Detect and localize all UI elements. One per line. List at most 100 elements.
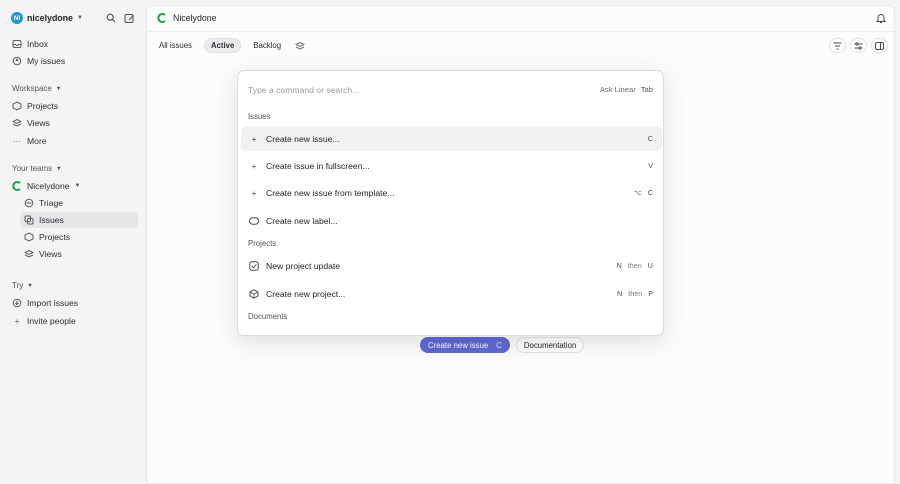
teams-section-toggle[interactable]: Your teams ▼ <box>12 164 62 173</box>
issues-icon <box>24 215 34 225</box>
create-new-issue-button[interactable]: Create new issue C <box>420 337 510 353</box>
display-options-icon[interactable] <box>850 38 867 53</box>
shortcut-then: then <box>628 289 643 298</box>
new-issue-icon[interactable] <box>122 11 136 25</box>
sidebar-item-views[interactable]: Views <box>8 115 138 131</box>
sidebar-item-triage[interactable]: Triage <box>20 195 138 211</box>
shortcut-key: C <box>496 340 502 350</box>
command-create-new-issue[interactable]: + Create new issue... C <box>241 126 662 151</box>
more-icon: ··· <box>12 136 22 146</box>
shortcut: ⌥ C <box>634 188 654 197</box>
team-name: Nicelydone <box>27 181 70 191</box>
workspace-section-toggle[interactable]: Workspace ▼ <box>12 84 61 93</box>
project-update-icon <box>249 260 259 271</box>
shortcut-key: U <box>647 261 653 270</box>
workspace-name: nicelydone <box>27 13 73 23</box>
ask-linear-label: Ask Linear <box>599 85 636 94</box>
shortcut: V <box>648 161 653 170</box>
shortcut-key: N <box>616 261 622 270</box>
plus-icon: + <box>251 160 257 171</box>
ask-linear-hint[interactable]: Ask Linear Tab <box>600 85 653 94</box>
side-panel-icon[interactable] <box>871 38 888 53</box>
sidebar-item-my-issues[interactable]: My issues <box>8 53 138 69</box>
command-label: Create new issue from template... <box>266 187 395 198</box>
chevron-down-icon: ▼ <box>55 85 62 92</box>
sidebar-item-label: My issues <box>27 56 66 66</box>
page-title: Nicelydone <box>157 13 217 23</box>
command-label: Create new label... <box>266 215 338 226</box>
layers-icon[interactable] <box>293 39 307 53</box>
try-section-toggle[interactable]: Try ▼ <box>12 281 33 290</box>
shortcut-key: P <box>648 289 653 298</box>
main-header: Nicelydone <box>147 6 894 32</box>
section-label: Workspace <box>12 84 52 93</box>
view-controls <box>829 38 888 53</box>
chevron-down-icon: ▼ <box>56 165 62 172</box>
sidebar-item-projects[interactable]: Projects <box>8 98 138 114</box>
sidebar-item-label: Invite people <box>27 316 76 326</box>
section-label: Try <box>12 281 24 290</box>
sidebar-item-more[interactable]: ··· More <box>8 133 138 149</box>
sidebar-item-inbox[interactable]: Inbox <box>8 36 138 52</box>
command-create-new-project[interactable]: Create new project... N then P <box>241 281 662 306</box>
tab-active[interactable]: Active <box>203 38 242 53</box>
shortcut-key: C <box>647 134 653 143</box>
search-icon[interactable] <box>104 11 118 25</box>
plus-icon: + <box>251 133 257 144</box>
section-label: Your teams <box>12 164 53 173</box>
tab-all-issues[interactable]: All issues <box>152 38 199 53</box>
shortcut: N then P <box>617 289 653 298</box>
view-tabs: All issues Active Backlog <box>152 38 307 53</box>
shortcut-key: Tab <box>640 85 653 94</box>
sidebar-item-label: Projects <box>39 232 71 242</box>
command-label: Create new project... <box>266 288 346 299</box>
sidebar: NI nicelydone ▼ Inbox My issues Workspac… <box>0 0 145 484</box>
sidebar-item-issues[interactable]: Issues <box>20 212 138 228</box>
sidebar-item-import-issues[interactable]: Import issues <box>8 295 138 311</box>
sidebar-item-team-views[interactable]: Views <box>20 246 138 262</box>
sidebar-team-nicelydone[interactable]: Nicelydone ▼ <box>8 178 138 194</box>
projects-icon <box>24 232 34 242</box>
button-label: Create new issue <box>428 340 489 350</box>
command-palette: Ask Linear Tab Issues + Create new issue… <box>237 70 664 336</box>
command-create-new-label[interactable]: Create new label... <box>241 208 662 233</box>
documentation-button[interactable]: Documentation <box>515 337 585 353</box>
group-label-projects: Projects <box>248 239 277 248</box>
filter-icon[interactable] <box>829 38 846 53</box>
command-label: Create issue in fullscreen... <box>266 160 370 171</box>
group-label-issues: Issues <box>248 112 271 121</box>
command-create-issue-from-template[interactable]: + Create new issue from template... ⌥ C <box>241 180 662 205</box>
project-icon <box>249 288 259 299</box>
shortcut-key: C <box>647 188 653 197</box>
group-label-documents: Documents <box>248 312 288 321</box>
chevron-down-icon: ▼ <box>76 15 83 21</box>
team-logo-icon <box>12 181 22 191</box>
chevron-down-icon: ▼ <box>27 282 33 289</box>
shortcut-key: V <box>648 161 653 170</box>
command-create-issue-fullscreen[interactable]: + Create issue in fullscreen... V <box>241 153 662 178</box>
bell-icon[interactable] <box>876 13 886 24</box>
command-search-input[interactable] <box>248 83 578 97</box>
command-new-project-update[interactable]: New project update N then U <box>241 253 662 278</box>
plus-icon: + <box>251 187 257 198</box>
shortcut-then: then <box>627 261 642 270</box>
sidebar-item-invite-people[interactable]: + Invite people <box>8 313 138 329</box>
shortcut-key: ⌥ <box>633 188 642 197</box>
command-label: Create new issue... <box>266 133 340 144</box>
sidebar-item-label: Issues <box>39 215 64 225</box>
sidebar-item-team-projects[interactable]: Projects <box>20 229 138 245</box>
my-issues-icon <box>12 56 22 66</box>
views-icon <box>24 249 34 259</box>
workspace-avatar: NI <box>11 12 23 24</box>
sidebar-item-label: Import issues <box>27 298 79 308</box>
shortcut-key: N <box>617 289 623 298</box>
workspace-switcher[interactable]: NI nicelydone ▼ <box>11 11 83 25</box>
import-icon <box>12 298 22 308</box>
team-logo-icon <box>157 13 167 23</box>
tab-backlog[interactable]: Backlog <box>246 38 288 53</box>
inbox-icon <box>12 39 22 49</box>
sidebar-item-label: More <box>27 136 47 146</box>
triage-icon <box>24 198 34 208</box>
sidebar-item-label: Views <box>39 249 62 259</box>
shortcut: N then U <box>617 261 653 270</box>
